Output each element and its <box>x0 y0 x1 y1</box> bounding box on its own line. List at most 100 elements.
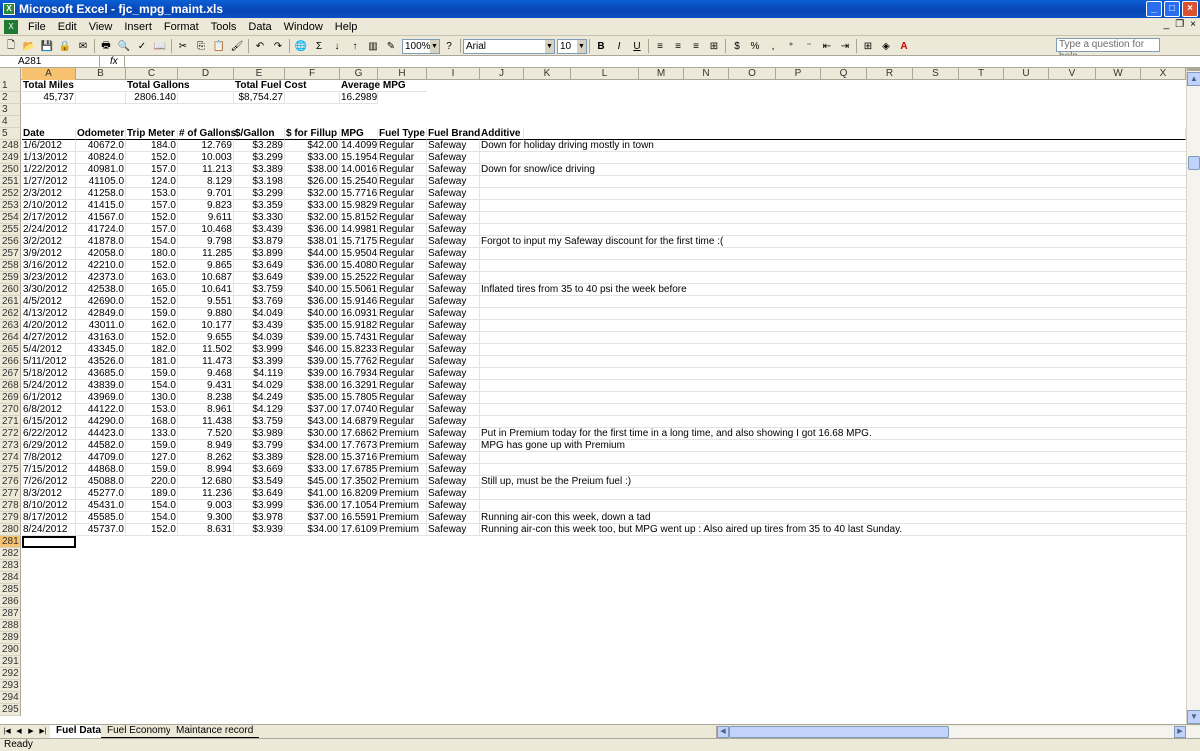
cell[interactable]: $38.01 <box>285 236 340 248</box>
column-header-c[interactable]: C <box>126 68 178 80</box>
column-header-v[interactable]: V <box>1049 68 1096 80</box>
cell[interactable]: Safeway <box>427 356 480 368</box>
cell[interactable]: Safeway <box>427 248 480 260</box>
row-header[interactable]: 253 <box>0 200 21 212</box>
borders-icon[interactable]: ⊞ <box>860 39 876 54</box>
cell[interactable]: 6/22/2012 <box>22 428 76 440</box>
cell[interactable]: Safeway <box>427 152 480 164</box>
cell[interactable]: 11.213 <box>178 164 234 176</box>
align-center-icon[interactable]: ≡ <box>670 39 686 54</box>
row-header[interactable]: 264 <box>0 332 21 344</box>
cell[interactable]: $33.00 <box>285 152 340 164</box>
cell[interactable]: Safeway <box>427 332 480 344</box>
drawing-icon[interactable]: ✎ <box>383 39 399 54</box>
cell[interactable]: Trip Meter <box>126 128 178 140</box>
row-header[interactable]: 262 <box>0 308 21 320</box>
cell[interactable]: Safeway <box>427 164 480 176</box>
cell[interactable]: 44122.0 <box>76 404 126 416</box>
cell[interactable] <box>480 404 1186 416</box>
column-header-k[interactable]: K <box>524 68 571 80</box>
cell[interactable]: Regular <box>378 200 427 212</box>
row-header[interactable]: 254 <box>0 212 21 224</box>
cell[interactable]: Safeway <box>427 404 480 416</box>
row-header[interactable]: 275 <box>0 464 21 476</box>
cell[interactable]: 44868.0 <box>76 464 126 476</box>
cell[interactable]: 7/8/2012 <box>22 452 76 464</box>
cell[interactable]: $/Gallon <box>234 128 285 140</box>
row-header[interactable]: 271 <box>0 416 21 428</box>
cell[interactable]: 8/10/2012 <box>22 500 76 512</box>
cell[interactable]: Regular <box>378 260 427 272</box>
cell[interactable]: $3.769 <box>234 296 285 308</box>
cell[interactable] <box>285 92 340 104</box>
cell[interactable] <box>480 380 1186 392</box>
row-header[interactable]: 260 <box>0 284 21 296</box>
cell[interactable]: Safeway <box>427 320 480 332</box>
cell[interactable]: 14.9981 <box>340 224 378 236</box>
cell[interactable]: $38.00 <box>285 380 340 392</box>
row-header[interactable]: 249 <box>0 152 21 164</box>
cell[interactable]: 162.0 <box>126 320 178 332</box>
cell[interactable]: 17.6862 <box>340 428 378 440</box>
cell[interactable]: Safeway <box>427 296 480 308</box>
cell[interactable]: 17.3502 <box>340 476 378 488</box>
cell[interactable]: $36.00 <box>285 260 340 272</box>
cell[interactable]: 41878.0 <box>76 236 126 248</box>
cell[interactable]: 184.0 <box>126 140 178 152</box>
cell[interactable]: 41567.0 <box>76 212 126 224</box>
cell[interactable]: 8.949 <box>178 440 234 452</box>
row-header[interactable]: 288 <box>0 620 21 632</box>
excel-app-icon[interactable]: X <box>3 3 15 15</box>
cell[interactable]: 15.4080 <box>340 260 378 272</box>
cell[interactable]: Safeway <box>427 272 480 284</box>
cell[interactable]: 165.0 <box>126 284 178 296</box>
cell[interactable]: Safeway <box>427 140 480 152</box>
cell[interactable]: Regular <box>378 212 427 224</box>
cell[interactable]: $3.359 <box>234 200 285 212</box>
row-header[interactable]: 267 <box>0 368 21 380</box>
cell[interactable]: 5/18/2012 <box>22 368 76 380</box>
insert-function-icon[interactable]: fx <box>110 56 118 68</box>
cell[interactable]: 8/17/2012 <box>22 512 76 524</box>
cell[interactable]: Safeway <box>427 308 480 320</box>
cell[interactable]: Premium <box>378 428 427 440</box>
column-header-n[interactable]: N <box>684 68 729 80</box>
cell[interactable]: 9.865 <box>178 260 234 272</box>
first-sheet-icon[interactable]: |◀ <box>2 726 12 738</box>
cell[interactable]: Regular <box>378 164 427 176</box>
cell[interactable]: $3.330 <box>234 212 285 224</box>
cell[interactable]: 152.0 <box>126 332 178 344</box>
cell[interactable]: 8.994 <box>178 464 234 476</box>
cell[interactable]: 43163.0 <box>76 332 126 344</box>
cell[interactable]: Regular <box>378 308 427 320</box>
autosum-icon[interactable]: Σ <box>311 39 327 54</box>
row-header[interactable]: 290 <box>0 644 21 656</box>
cell[interactable]: $3.299 <box>234 188 285 200</box>
chevron-down-icon[interactable]: ▼ <box>430 39 439 53</box>
cell[interactable]: Regular <box>378 356 427 368</box>
cell[interactable]: 5/4/2012 <box>22 344 76 356</box>
cell[interactable]: 10.468 <box>178 224 234 236</box>
column-header-i[interactable]: I <box>427 68 480 80</box>
cell[interactable]: 41105.0 <box>76 176 126 188</box>
cell[interactable]: 10.177 <box>178 320 234 332</box>
menu-format[interactable]: Format <box>158 21 205 33</box>
cell[interactable]: Forgot to input my Safeway discount for … <box>480 236 1186 248</box>
cell[interactable] <box>480 272 1186 284</box>
cell[interactable]: $39.00 <box>285 356 340 368</box>
cell[interactable]: 168.0 <box>126 416 178 428</box>
cell[interactable]: 6/8/2012 <box>22 404 76 416</box>
cell[interactable]: $37.00 <box>285 512 340 524</box>
row-header[interactable]: 1 <box>0 80 21 92</box>
print-icon[interactable]: 🖶 <box>98 39 114 54</box>
cell[interactable]: Safeway <box>427 368 480 380</box>
cell[interactable]: Inflated tires from 35 to 40 psi the wee… <box>480 284 1186 296</box>
hyperlink-icon[interactable]: 🌐 <box>293 39 309 54</box>
cell[interactable]: 182.0 <box>126 344 178 356</box>
cell[interactable]: 44582.0 <box>76 440 126 452</box>
decrease-indent-icon[interactable]: ⇤ <box>819 39 835 54</box>
cell[interactable] <box>480 260 1186 272</box>
row-header[interactable]: 3 <box>0 104 21 116</box>
select-all-button[interactable] <box>0 68 21 80</box>
formula-input[interactable] <box>124 56 1200 68</box>
